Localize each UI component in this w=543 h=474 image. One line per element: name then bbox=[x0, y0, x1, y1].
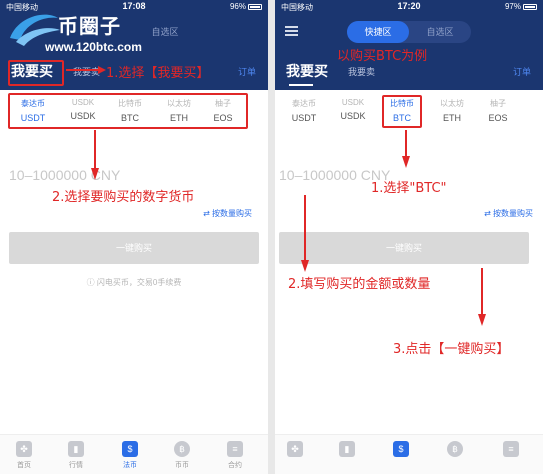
document-icon: ≡ bbox=[227, 441, 243, 457]
nav-label: 币币 bbox=[175, 462, 189, 469]
annotation-arrows-left bbox=[66, 66, 106, 180]
nav-fiat[interactable]: $ bbox=[381, 441, 421, 457]
nav-fiat[interactable]: $ 法币 bbox=[110, 441, 150, 470]
arrow-head bbox=[91, 168, 99, 180]
arrow-head bbox=[402, 156, 410, 168]
phone-screen-right: 中国移动 17:20 97% 快捷区 自选区 以购买BTC为例 我要买 我要卖 … bbox=[275, 0, 543, 474]
nav-home[interactable]: ✤ bbox=[275, 441, 315, 457]
dollar-icon: $ bbox=[393, 441, 409, 457]
home-icon: ✤ bbox=[16, 441, 32, 457]
nav-label: 法币 bbox=[123, 462, 137, 469]
nav-contract[interactable]: ≡ bbox=[491, 441, 531, 457]
annotation-step1: 1.选择【我要买】 bbox=[106, 66, 210, 81]
nav-label: 首页 bbox=[17, 462, 31, 469]
annotation-step3: 3.点击【一键购买】 bbox=[393, 342, 510, 357]
nav-contract[interactable]: ≡ 合约 bbox=[215, 441, 255, 470]
arrow-head bbox=[98, 66, 106, 74]
phone-screen-left: 中国移动 17:08 96% 币圈子 www.120btc.com 自选区 我要… bbox=[0, 0, 268, 474]
nav-label: 合约 bbox=[228, 462, 242, 469]
arrow-head bbox=[301, 260, 309, 272]
nav-label: 行情 bbox=[69, 462, 83, 469]
dollar-icon: $ bbox=[122, 441, 138, 457]
annotation-step2: 2.填写购买的金额或数量 bbox=[288, 277, 431, 292]
annotation-step2: 2.选择要购买的数字货币 bbox=[52, 190, 195, 205]
nav-coin[interactable]: ฿ 币币 bbox=[162, 441, 202, 470]
home-icon: ✤ bbox=[287, 441, 303, 457]
nav-home[interactable]: ✤ 首页 bbox=[4, 441, 44, 470]
nav-market[interactable]: ▮ bbox=[327, 441, 367, 457]
nav-coin[interactable]: ฿ bbox=[435, 441, 475, 457]
coin-icon: ฿ bbox=[174, 441, 190, 457]
document-icon: ≡ bbox=[503, 441, 519, 457]
chart-icon: ▮ bbox=[339, 441, 355, 457]
coin-icon: ฿ bbox=[447, 441, 463, 457]
nav-market[interactable]: ▮ 行情 bbox=[56, 441, 96, 470]
bottom-nav: ✤ 首页 ▮ 行情 $ 法币 ฿ 币币 ≡ 合约 bbox=[0, 434, 268, 474]
chart-icon: ▮ bbox=[68, 441, 84, 457]
bottom-nav: ✤ ▮ $ ฿ ≡ bbox=[275, 434, 543, 474]
screen-divider bbox=[268, 0, 275, 474]
arrow-head bbox=[478, 314, 486, 326]
annotation-step1: 1.选择"BTC" bbox=[371, 181, 447, 196]
